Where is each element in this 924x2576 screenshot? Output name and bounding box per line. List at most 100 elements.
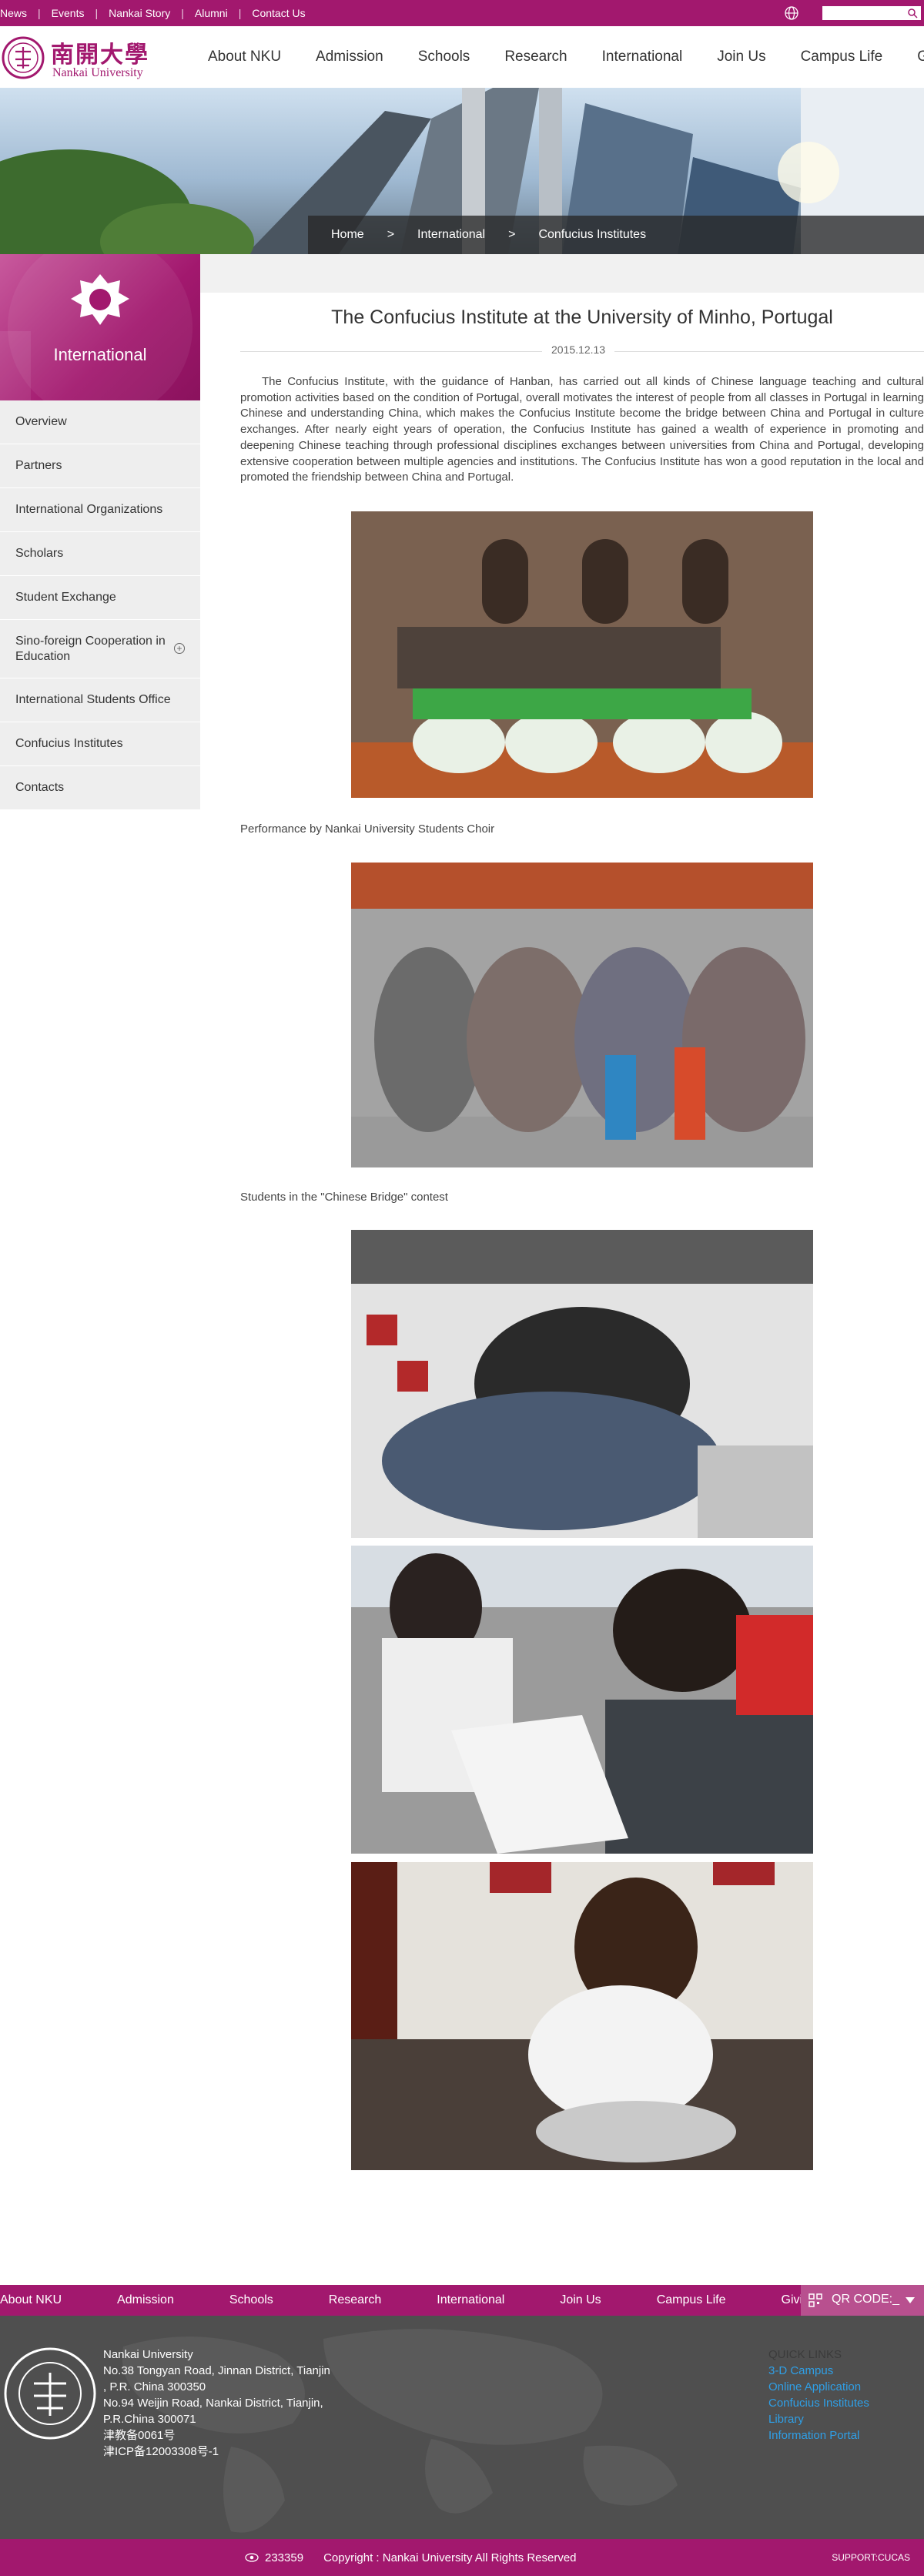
- eye-icon: [245, 2553, 259, 2562]
- footer-university-seal-icon: [4, 2347, 96, 2440]
- photo-woman-crafting: [351, 1862, 813, 2170]
- support-credit[interactable]: SUPPORT:CUCAS: [832, 2539, 910, 2576]
- top-utility-bar: News | Events | Nankai Story | Alumni | Cont…: [0, 0, 924, 26]
- choir-photo-image: [351, 511, 813, 798]
- woman-crafting-photo-image: [351, 1862, 813, 2170]
- copyright-bar: 233359 Copyright : Nankai University All…: [0, 2539, 924, 2576]
- qr-code-label: QR CODE:_: [832, 2293, 900, 2306]
- footer-nav-campus-life[interactable]: Campus Life: [657, 2293, 726, 2307]
- sidebar-item-label: International Organizations: [15, 503, 163, 516]
- sidebar-title: International: [53, 345, 147, 364]
- group-photo-image: [351, 863, 813, 1167]
- classroom-group-photo-image: [351, 1230, 813, 1538]
- sidebar-item-label: Overview: [15, 415, 67, 428]
- utility-link-alumni[interactable]: Alumni: [184, 7, 239, 19]
- quick-link-online-application[interactable]: Online Application: [768, 2379, 869, 2395]
- utility-link-nankai-story[interactable]: Nankai Story: [98, 7, 181, 19]
- sidebar-item-international-students-office[interactable]: International Students Office: [0, 678, 200, 722]
- sidebar-item-student-exchange[interactable]: Student Exchange: [0, 576, 200, 620]
- address-line: 津教备0061号: [103, 2429, 176, 2442]
- breadcrumb: Home > International > Confucius Institu…: [308, 216, 924, 254]
- sidebar-item-label: Partners: [15, 459, 62, 472]
- sidebar-header: International: [0, 254, 200, 400]
- nav-international[interactable]: International: [602, 49, 683, 65]
- photo-choir-performance: [351, 511, 813, 798]
- footer-nav-research[interactable]: Research: [329, 2293, 381, 2307]
- article-body: The Confucius Institute, with the guidan…: [240, 375, 924, 484]
- utility-link-news[interactable]: News: [0, 7, 38, 19]
- address-line: No.38 Tongyan Road, Jinnan District, Tia…: [103, 2364, 330, 2377]
- footer-address: Nankai University No.38 Tongyan Road, Ji…: [103, 2347, 330, 2460]
- sidebar-item-label: Contacts: [15, 781, 65, 794]
- sidebar-item-label: International Students Office: [15, 693, 171, 706]
- photo-caption-chinese-bridge: Students in the "Chinese Bridge" contest: [240, 1191, 448, 1204]
- breadcrumb-separator: >: [508, 228, 516, 241]
- quick-links-title: QUICK LINKS: [768, 2348, 842, 2361]
- footer-nav-admission[interactable]: Admission: [117, 2293, 174, 2307]
- university-seal-icon: [2, 36, 45, 79]
- nav-join-us[interactable]: Join Us: [717, 49, 765, 65]
- quick-link-information-portal[interactable]: Information Portal: [768, 2427, 869, 2444]
- sidebar-menu: Overview Partners International Organiza…: [0, 400, 200, 810]
- sidebar-item-label: Confucius Institutes: [15, 737, 123, 750]
- footer-nav: About NKU Admission Schools Research Int…: [0, 2285, 924, 2316]
- photo-paper-cutting: [351, 1546, 813, 1854]
- photo-caption-choir: Performance by Nankai University Student…: [240, 822, 495, 836]
- footer-nav-international[interactable]: International: [437, 2293, 504, 2307]
- address-line: 津ICP备12003308号-1: [103, 2445, 219, 2458]
- footer-nav-schools[interactable]: Schools: [229, 2293, 273, 2307]
- visit-counter: 233359: [265, 2551, 304, 2564]
- quick-link-3d-campus[interactable]: 3-D Campus: [768, 2363, 869, 2379]
- footer-nav-join-us[interactable]: Join Us: [560, 2293, 601, 2307]
- nav-schools[interactable]: Schools: [418, 49, 470, 65]
- address-line: P.R.China 300071: [103, 2413, 196, 2426]
- nav-about-nku[interactable]: About NKU: [208, 49, 281, 65]
- nav-campus-life[interactable]: Campus Life: [801, 49, 883, 65]
- nav-research[interactable]: Research: [504, 49, 567, 65]
- breadcrumb-home[interactable]: Home: [331, 228, 364, 242]
- footer-nav-about-nku[interactable]: About NKU: [0, 2293, 62, 2307]
- qr-code-dropdown[interactable]: QR CODE:_: [801, 2285, 924, 2316]
- sidebar-item-label: Student Exchange: [15, 591, 116, 604]
- globe-icon[interactable]: [784, 5, 799, 21]
- international-emblem-icon: [71, 274, 129, 325]
- utility-link-contact-us[interactable]: Contact Us: [241, 7, 316, 19]
- article-date: 2015.12.13: [542, 343, 615, 356]
- sidebar-item-overview[interactable]: Overview: [0, 400, 200, 444]
- nav-giving[interactable]: Giving: [917, 49, 924, 65]
- quick-link-library[interactable]: Library: [768, 2411, 869, 2427]
- sidebar-item-label: Sino-foreign Cooperation in Education: [15, 634, 166, 663]
- chevron-down-icon: [906, 2297, 915, 2303]
- address-line: , P.R. China 300350: [103, 2380, 206, 2393]
- sidebar-item-partners[interactable]: Partners: [0, 444, 200, 488]
- breadcrumb-current: Confucius Institutes: [538, 228, 647, 241]
- copyright-text: Copyright : Nankai University All Rights…: [323, 2551, 577, 2564]
- nav-admission[interactable]: Admission: [316, 49, 383, 65]
- photo-chinese-bridge-group: [351, 863, 813, 1167]
- site-header: 南開大學 Nankai University About NKU Admissi…: [0, 26, 924, 88]
- sidebar-item-confucius-institutes[interactable]: Confucius Institutes: [0, 722, 200, 766]
- qr-code-icon: [808, 2293, 822, 2307]
- photo-classroom-group: [351, 1230, 813, 1538]
- sidebar-item-sino-foreign-cooperation[interactable]: Sino-foreign Cooperation in Education +: [0, 620, 200, 678]
- article-date-bar: 2015.12.13: [240, 343, 924, 359]
- quick-links: QUICK LINKS 3-D Campus Online Applicatio…: [768, 2347, 869, 2444]
- nankai-logo[interactable]: 南開大學 Nankai University: [0, 34, 169, 82]
- logo-english-name: Nankai University: [52, 66, 143, 79]
- sidebar-item-international-organizations[interactable]: International Organizations: [0, 488, 200, 532]
- paper-cutting-photo-image: [351, 1546, 813, 1854]
- site-footer: Nankai University No.38 Tongyan Road, Ji…: [0, 2316, 924, 2539]
- sidebar-item-label: Scholars: [15, 547, 64, 560]
- logo-chinese-name: 南開大學: [51, 42, 149, 69]
- article-title: The Confucius Institute at the Universit…: [331, 307, 833, 328]
- quick-link-confucius-institutes[interactable]: Confucius Institutes: [768, 2395, 869, 2411]
- breadcrumb-international[interactable]: International: [417, 228, 485, 242]
- search-input[interactable]: [822, 6, 921, 20]
- expand-plus-icon[interactable]: +: [174, 643, 185, 654]
- sidebar-item-contacts[interactable]: Contacts: [0, 766, 200, 810]
- utility-link-events[interactable]: Events: [41, 7, 95, 19]
- search-icon[interactable]: [907, 8, 918, 18]
- sidebar-item-scholars[interactable]: Scholars: [0, 532, 200, 576]
- content-top-strip: [200, 254, 924, 293]
- address-line: No.94 Weijin Road, Nankai District, Tian…: [103, 2397, 323, 2410]
